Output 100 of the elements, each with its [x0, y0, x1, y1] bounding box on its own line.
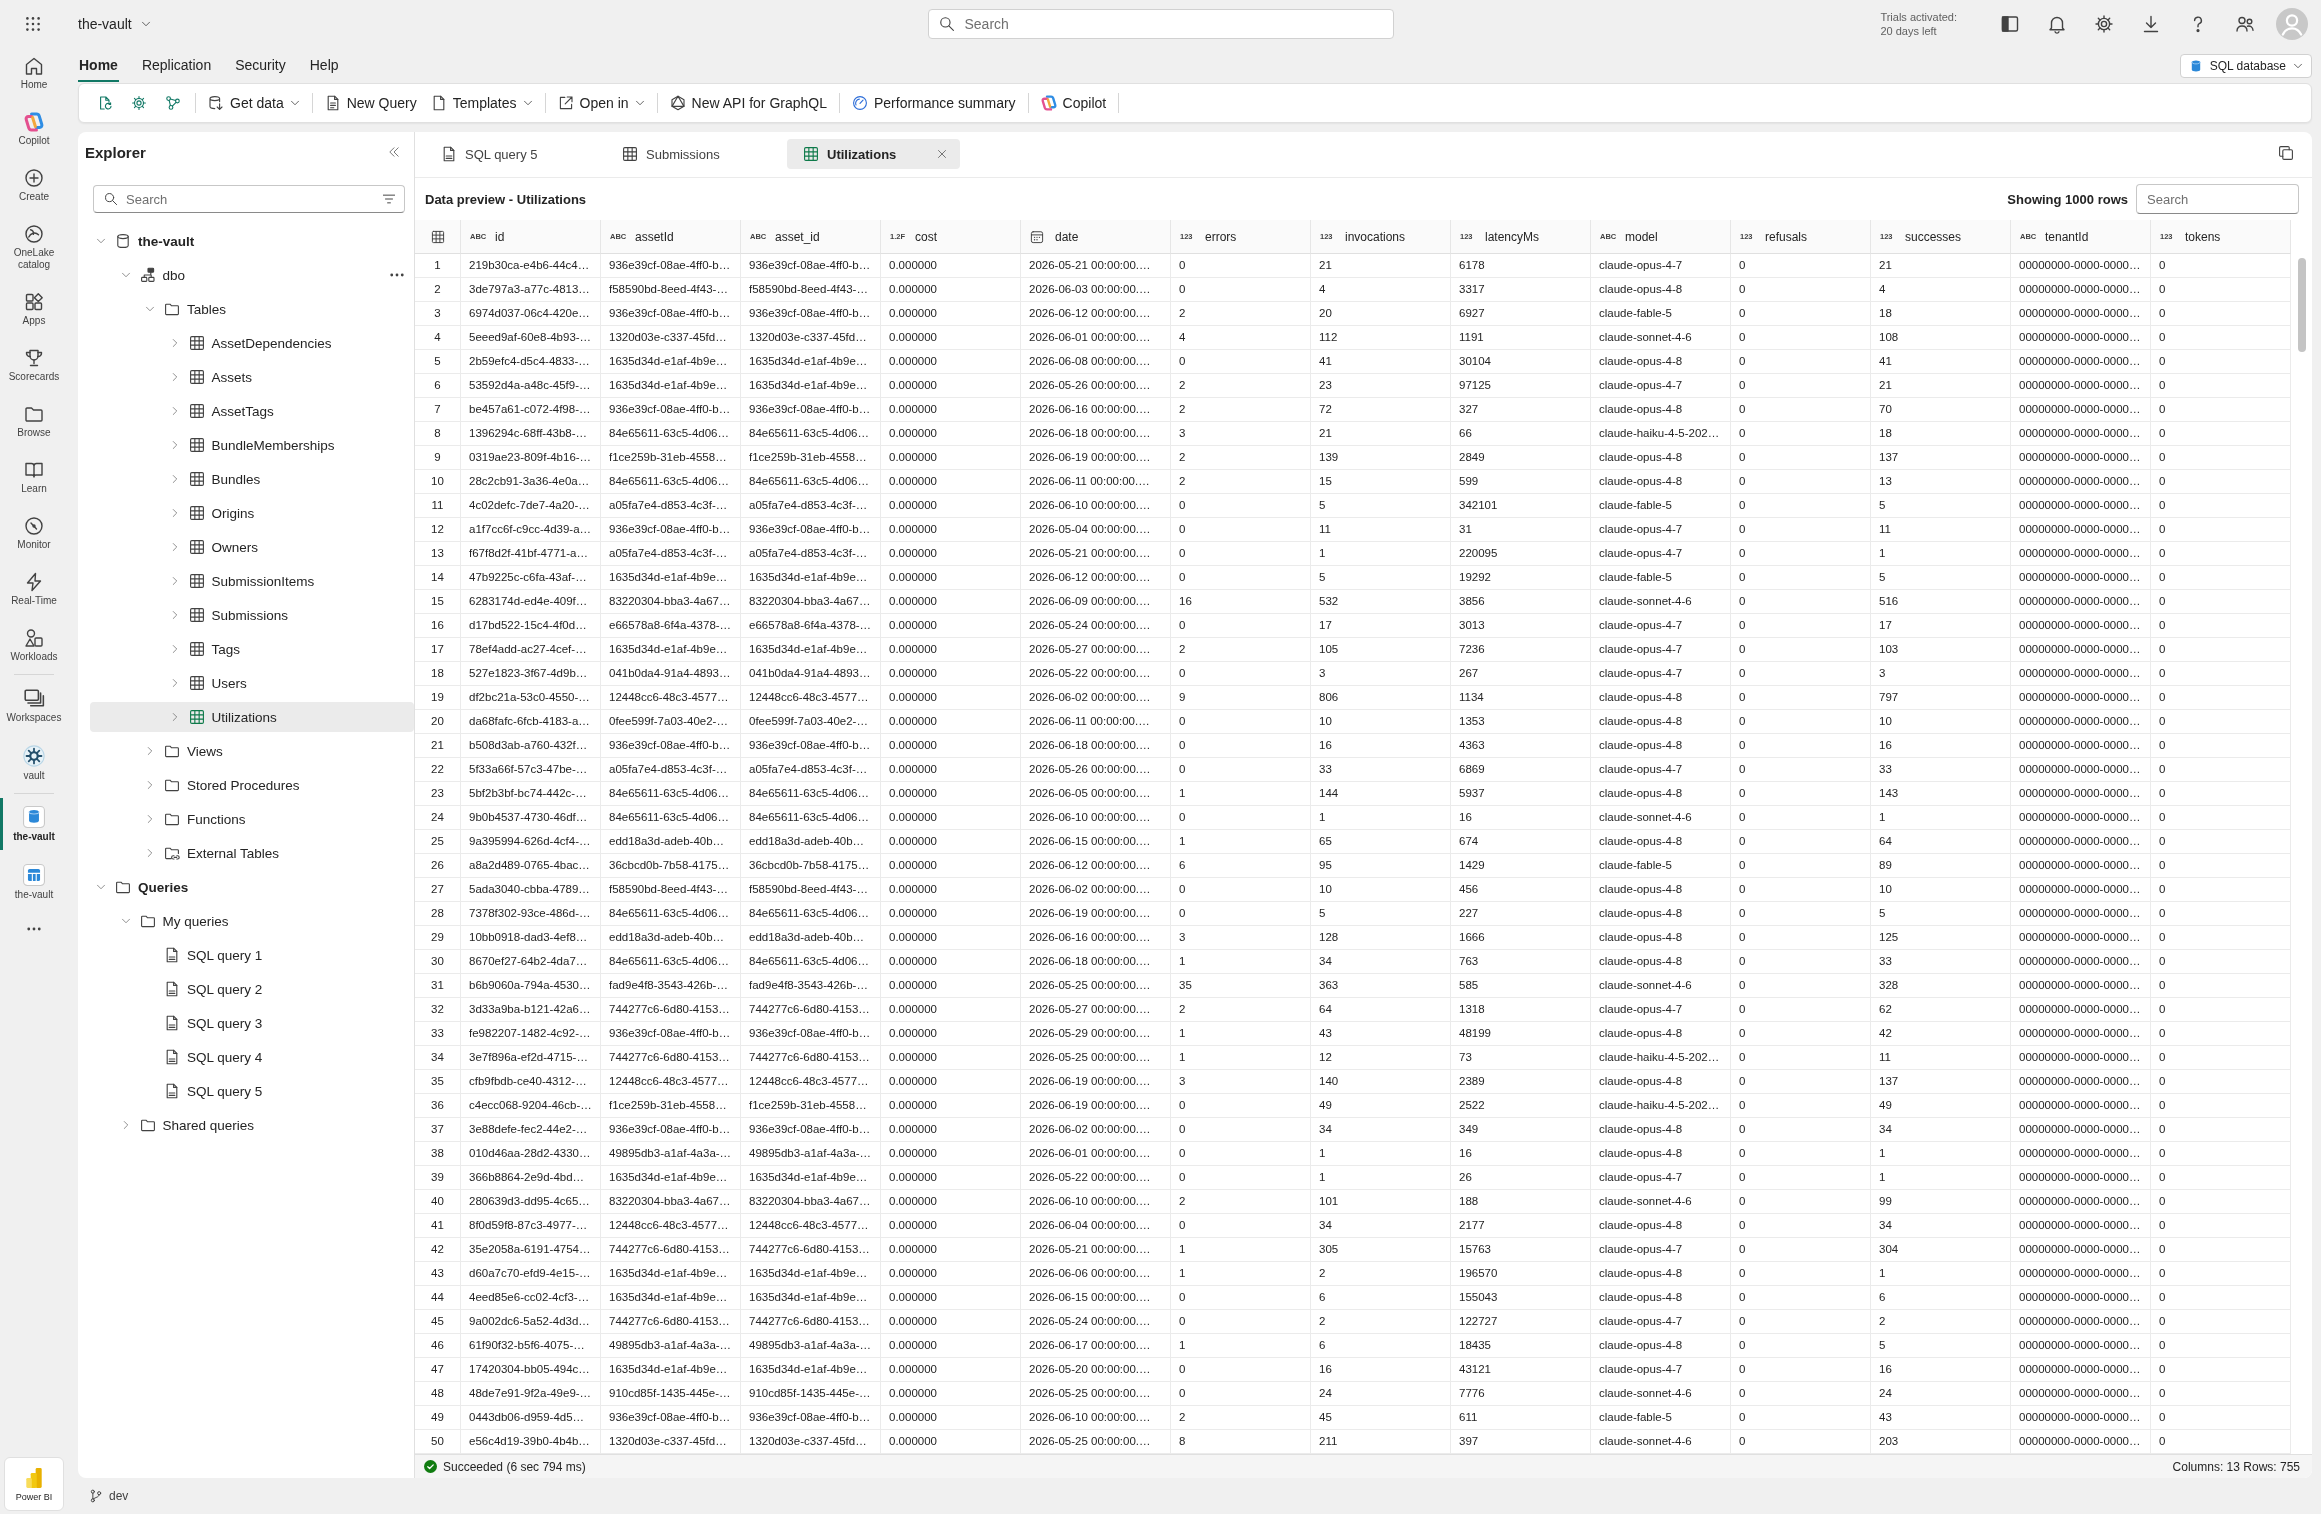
toolbar-button[interactable]: New API for GraphQL [664, 88, 832, 118]
table-cell: 3 [1171, 926, 1311, 950]
tree-item[interactable]: Owners [90, 532, 414, 562]
table-cell: 9a395994-626d-4cf4-… [461, 830, 601, 854]
table-cell: 2026-05-24 00:00:00.… [1021, 1310, 1171, 1334]
ribbon-tab[interactable]: Help [308, 48, 340, 82]
tree-item[interactable]: SQL query 5 [90, 1076, 414, 1106]
tree-item[interactable]: External Tables [90, 838, 414, 868]
column-header[interactable]: successes [1905, 229, 1962, 244]
tree-item[interactable]: Assets [90, 362, 414, 392]
ribbon-tab[interactable]: Replication [140, 48, 213, 82]
column-header[interactable]: refusals [1765, 229, 1808, 244]
tree-item[interactable]: Views [90, 736, 414, 766]
table-cell: 00000000-0000-0000… [2011, 1238, 2151, 1262]
tree-item[interactable]: Queries [90, 872, 414, 902]
tree-item[interactable]: Bundles [90, 464, 414, 494]
tree-item[interactable]: SQL query 2 [90, 974, 414, 1004]
nav-button[interactable]: the-vault [0, 856, 68, 908]
nav-button[interactable]: Scorecards [0, 340, 68, 390]
tree-item[interactable]: Submissions [90, 600, 414, 630]
tree-item[interactable]: Tags [90, 634, 414, 664]
toolbar-button[interactable]: Get data [203, 88, 305, 118]
nav-button[interactable]: vault [0, 737, 68, 789]
toolbar-button[interactable]: Templates [425, 88, 538, 118]
nav-button[interactable]: Monitor [0, 508, 68, 558]
table-cell: 0 [1171, 494, 1311, 518]
tree-item[interactable]: BundleMemberships [90, 430, 414, 460]
row-number: 6 [415, 374, 461, 398]
nav-button[interactable]: the-vault [0, 798, 68, 850]
table-cell: 0 [2151, 254, 2291, 278]
experience-switcher[interactable]: Power BI [4, 1457, 64, 1511]
tree-item[interactable]: AssetTags [90, 396, 414, 426]
nav-button[interactable]: Browse [0, 396, 68, 446]
table-cell: 125 [1871, 926, 2011, 950]
nav-button[interactable]: Workspaces [0, 679, 68, 731]
column-header[interactable]: id [495, 229, 505, 244]
column-header[interactable]: tenantId [2045, 229, 2089, 244]
table-cell: 00000000-0000-0000… [2011, 1022, 2151, 1046]
tree-item[interactable]: Users [90, 668, 414, 698]
column-header[interactable]: assetId [635, 229, 674, 244]
row-number: 21 [415, 734, 461, 758]
column-header[interactable]: cost [915, 229, 937, 244]
item-type-button[interactable]: SQL database [2179, 54, 2312, 78]
tree-item[interactable]: Utilizations [90, 702, 414, 732]
table-cell: 00000000-0000-0000… [2011, 662, 2151, 686]
table-cell: a05fa7e4-d853-4c3f-… [601, 542, 741, 566]
nav-button[interactable]: OneLake catalog [0, 216, 68, 278]
editor-tab[interactable]: Utilizations [787, 139, 960, 169]
column-header[interactable]: tokens [2185, 229, 2221, 244]
tree-item[interactable]: SQL query 3 [90, 1008, 414, 1038]
toolbar-button[interactable]: Copilot [1035, 88, 1112, 118]
table-cell: 227 [1451, 902, 1591, 926]
table-cell: 0 [1171, 878, 1311, 902]
column-header[interactable]: date [1055, 229, 1079, 244]
table-cell: 2026-05-25 00:00:00.… [1021, 1046, 1171, 1070]
tree-item[interactable]: Stored Procedures [90, 770, 414, 800]
toolbar-button[interactable]: New Query [319, 88, 422, 118]
column-header[interactable]: invocations [1345, 229, 1406, 244]
row-number: 13 [415, 542, 461, 566]
tree-item[interactable]: Origins [90, 498, 414, 528]
column-header[interactable]: model [1625, 229, 1658, 244]
row-number: 42 [415, 1238, 461, 1262]
tree-item[interactable]: dbo [90, 260, 414, 290]
table-cell: claude-opus-4-8 [1591, 1334, 1731, 1358]
tree-item[interactable]: Tables [90, 294, 414, 324]
ribbon-tab[interactable]: Security [234, 48, 287, 82]
toolbar-button[interactable]: Performance summary [847, 88, 1021, 118]
branch-button[interactable]: dev [87, 1487, 131, 1505]
tree-item[interactable]: AssetDependencies [90, 328, 414, 358]
table-cell: 5 [1311, 902, 1451, 926]
table-cell: 47b9225c-c6fa-43af-… [461, 566, 601, 590]
editor-tab[interactable]: Submissions [606, 139, 779, 169]
tree-item[interactable]: SubmissionItems [90, 566, 414, 596]
tree-item[interactable]: SQL query 1 [90, 940, 414, 970]
toolbar-button[interactable]: Open in [552, 88, 650, 118]
editor-tab[interactable]: SQL query 5 [425, 139, 598, 169]
table-cell: 6869 [1451, 758, 1591, 782]
column-header[interactable]: asset_id [775, 229, 820, 244]
nav-button[interactable]: Workloads [0, 620, 68, 670]
column-header[interactable]: errors [1205, 229, 1237, 244]
nav-button[interactable]: Copilot [0, 104, 68, 154]
tree-item[interactable]: Shared queries [90, 1110, 414, 1140]
nav-button[interactable]: Real-Time [0, 564, 68, 614]
table-cell: claude-opus-4-8 [1591, 710, 1731, 734]
nav-button[interactable]: Learn [0, 452, 68, 502]
tree-item[interactable]: the-vault [90, 226, 414, 256]
column-header[interactable]: latencyMs [1485, 229, 1540, 244]
workspace-switcher[interactable]: the-vault [76, 12, 153, 36]
nav-button[interactable]: Create [0, 160, 68, 210]
table-cell: cfb9fbdb-ce40-4312-… [461, 1070, 601, 1094]
scrollbar-thumb[interactable] [2298, 258, 2306, 352]
tree-item[interactable]: My queries [90, 906, 414, 936]
nav-button[interactable]: Apps [0, 284, 68, 334]
search-field[interactable]: Search [927, 9, 1394, 39]
app-launcher-button[interactable] [25, 16, 41, 32]
nav-button[interactable]: Home [0, 48, 68, 98]
tree-item[interactable]: Functions [90, 804, 414, 834]
tree-item[interactable]: SQL query 4 [90, 1042, 414, 1072]
search-field[interactable]: Search [2136, 184, 2299, 214]
search-field[interactable]: Search [93, 185, 405, 213]
